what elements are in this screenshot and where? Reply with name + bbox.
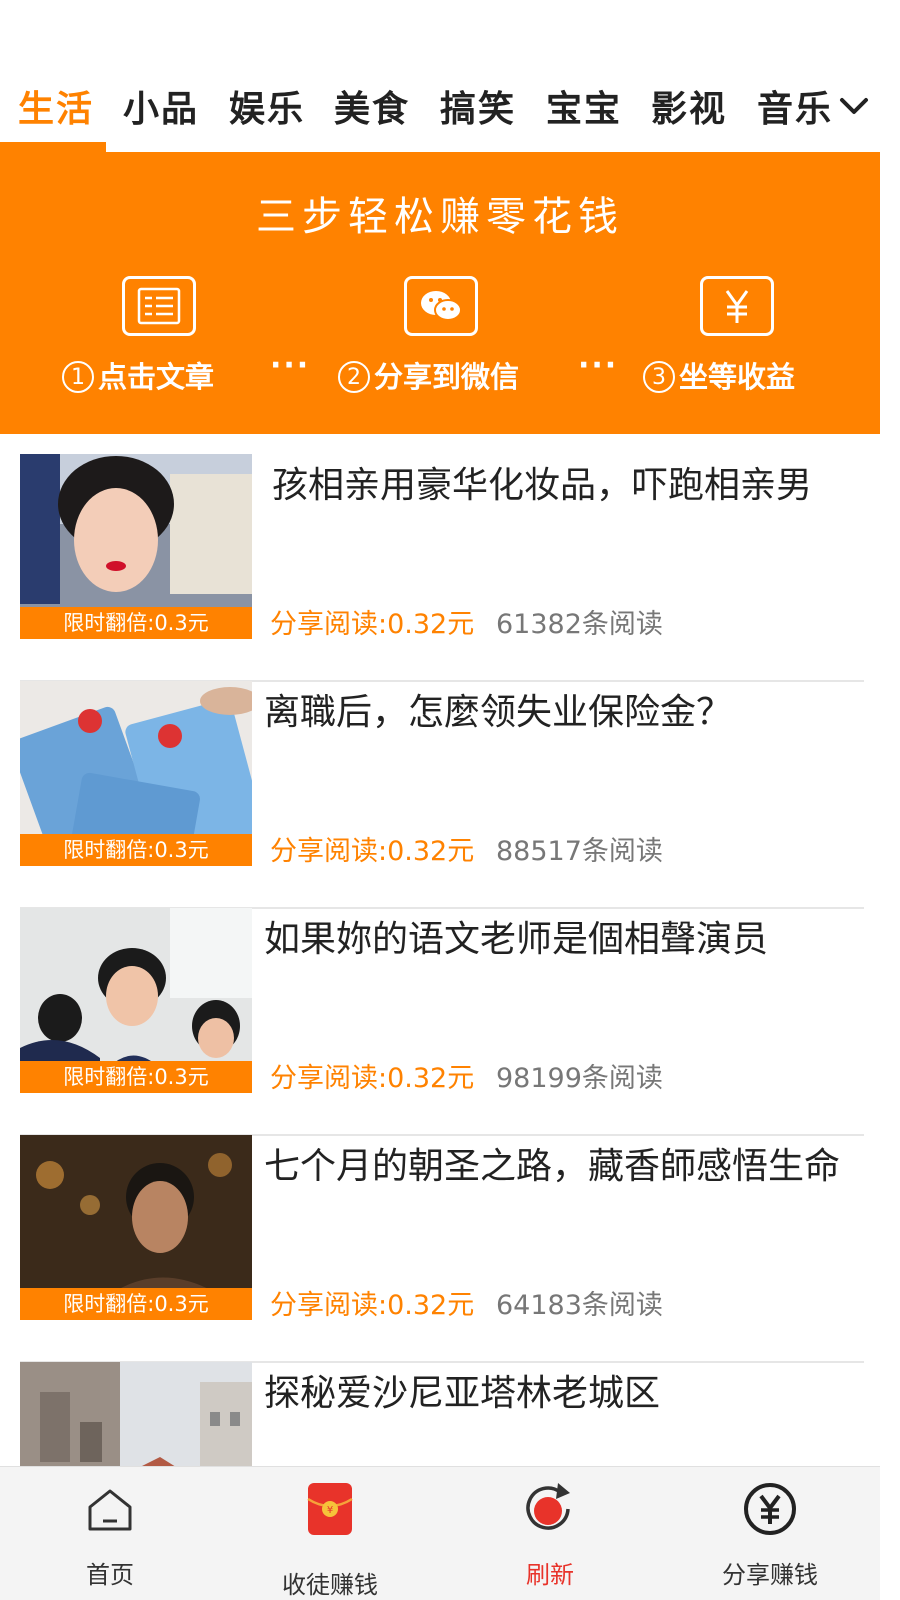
article-title[interactable]: 探秘爱沙尼亚塔林老城区	[264, 1364, 864, 1416]
share-earning: 分享阅读:0.32元	[270, 836, 475, 867]
article-title[interactable]: 离職后，怎麼领失业保险金？	[264, 683, 864, 735]
double-reward-badge: 限时翻倍:0.3元	[20, 607, 252, 639]
article-title[interactable]: 孩相亲用豪华化妆品，吓跑相亲男	[272, 456, 872, 508]
bottom-navigation: 首页 ¥ 收徒赚钱 刷新 分享赚钱	[0, 1466, 880, 1600]
nav-recruit-earn[interactable]: ¥ 收徒赚钱	[220, 1467, 440, 1600]
article-thumbnail: 限时翻倍:0.3元	[20, 1135, 252, 1320]
step-1-label: 1 点击文章	[62, 354, 214, 396]
step-2-label: 2 分享到微信	[338, 354, 519, 396]
earn-steps-banner[interactable]: 三步轻松赚零花钱 1 点击文章 ··· 2 分享到微信 ··· 3 坐等收益	[0, 152, 880, 434]
read-count: 88517条阅读	[496, 836, 663, 867]
article-item[interactable]: 限时翻倍:0.3元 离職后，怎麼领失业保险金？ 分享阅读:0.32元 88517…	[20, 681, 864, 909]
read-count: 64183条阅读	[496, 1290, 663, 1321]
wechat-icon	[404, 276, 478, 336]
tab-entertainment[interactable]: 娱乐	[229, 80, 305, 132]
tab-film-tv[interactable]: 影视	[651, 80, 727, 132]
tab-funny[interactable]: 搞笑	[440, 80, 516, 132]
svg-text:¥: ¥	[327, 1505, 333, 1516]
tab-baby[interactable]: 宝宝	[546, 80, 622, 132]
double-reward-badge: 限时翻倍:0.3元	[20, 834, 252, 866]
share-earning: 分享阅读:0.32元	[270, 1063, 475, 1094]
step-3-text: 坐等收益	[679, 360, 796, 394]
active-tab-indicator	[0, 142, 106, 152]
red-envelope-icon: ¥	[307, 1483, 353, 1535]
home-icon	[88, 1489, 132, 1531]
nav-home[interactable]: 首页	[0, 1467, 220, 1600]
step-3-label: 3 坐等收益	[643, 354, 795, 396]
article-thumbnail: 限时翻倍:0.3元	[20, 681, 252, 866]
step-separator: ···	[270, 348, 311, 383]
step-2-number: 2	[338, 361, 370, 393]
yuan-icon	[700, 276, 774, 336]
nav-refresh[interactable]: 刷新	[440, 1467, 660, 1600]
article-thumbnail: 限时翻倍:0.3元	[20, 454, 252, 639]
step-1-text: 点击文章	[98, 360, 215, 394]
tab-skits[interactable]: 小品	[123, 80, 199, 132]
article-list-icon	[122, 276, 196, 336]
chevron-down-icon[interactable]	[834, 86, 874, 126]
yuan-circle-icon	[744, 1483, 796, 1535]
nav-refresh-label: 刷新	[526, 1561, 574, 1589]
tab-music[interactable]: 音乐	[757, 80, 832, 132]
banner-title: 三步轻松赚零花钱	[256, 194, 624, 240]
category-tab-bar: 生活 小品 娱乐 美食 搞笑 宝宝 影视 音乐	[0, 60, 900, 154]
nav-home-label: 首页	[86, 1561, 134, 1589]
nav-share-earn-label: 分享赚钱	[722, 1561, 818, 1589]
double-reward-badge: 限时翻倍:0.3元	[20, 1288, 252, 1320]
share-earning: 分享阅读:0.32元	[270, 1290, 475, 1321]
step-1-number: 1	[62, 361, 94, 393]
share-earning: 分享阅读:0.32元	[270, 609, 475, 640]
article-title[interactable]: 七个月的朝圣之路，藏香師感悟生命	[264, 1137, 864, 1189]
nav-recruit-earn-label: 收徒赚钱	[282, 1571, 378, 1599]
read-count: 98199条阅读	[496, 1063, 663, 1094]
double-reward-badge: 限时翻倍:0.3元	[20, 1061, 252, 1093]
step-3-number: 3	[643, 361, 675, 393]
refresh-icon	[526, 1483, 570, 1530]
nav-share-earn[interactable]: 分享赚钱	[660, 1467, 880, 1600]
article-item[interactable]: 限时翻倍:0.3元 如果妳的语文老师是個相聲演员 分享阅读:0.32元 9819…	[20, 908, 864, 1136]
tab-life[interactable]: 生活	[18, 80, 94, 132]
read-count: 61382条阅读	[496, 609, 663, 640]
step-separator: ···	[578, 348, 619, 383]
article-item[interactable]: 限时翻倍:0.3元 孩相亲用豪华化妆品，吓跑相亲男 分享阅读:0.32元 613…	[20, 454, 864, 682]
category-tab-list: 生活 小品 娱乐 美食 搞笑 宝宝 影视 音乐	[0, 60, 832, 154]
tab-food[interactable]: 美食	[334, 80, 410, 132]
article-item[interactable]: 限时翻倍:0.3元 七个月的朝圣之路，藏香師感悟生命 分享阅读:0.32元 64…	[20, 1135, 864, 1363]
article-title[interactable]: 如果妳的语文老师是個相聲演员	[264, 910, 864, 962]
step-2-text: 分享到微信	[374, 360, 520, 394]
article-thumbnail: 限时翻倍:0.3元	[20, 908, 252, 1093]
